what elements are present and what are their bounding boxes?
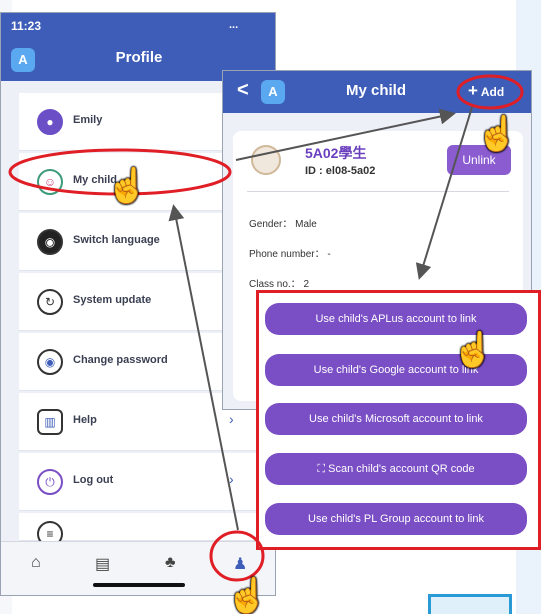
menu-item-label: Help: [73, 414, 97, 426]
link-options-panel: Use child's APLus account to link Use ch…: [256, 290, 541, 550]
phone-info: Phone number： -: [249, 249, 331, 260]
menu-item-label: Log out: [73, 474, 114, 486]
qr-icon: ⛶: [317, 463, 329, 475]
back-icon[interactable]: <: [237, 79, 249, 102]
hand-cursor-icon: ☝: [452, 331, 495, 369]
menu-item-partial[interactable]: ≡: [19, 513, 275, 547]
eye-icon: ◉: [37, 349, 63, 375]
bell-icon[interactable]: ♣: [165, 554, 176, 572]
list-icon[interactable]: ▤: [95, 554, 110, 574]
status-bar: 11:23 ...: [1, 13, 275, 41]
gender-info: Gender： Male: [249, 219, 317, 230]
qr-scan-label: Scan child's account QR code: [328, 463, 475, 475]
page-title: My child: [345, 82, 406, 99]
signal-icon: ...: [229, 19, 239, 31]
globe-icon: ◉: [37, 229, 63, 255]
chart-icon: ▥: [37, 409, 63, 435]
menu-item-label: Switch language: [73, 234, 160, 246]
power-icon: ⏻: [37, 469, 63, 495]
child-id: ID : el08-5a02: [305, 165, 376, 177]
chevron-right-icon: ›: [229, 411, 234, 427]
hand-cursor-icon: ☝: [106, 167, 149, 205]
app-logo-icon: A: [261, 80, 285, 104]
my-child-header: < A My child + Add: [223, 71, 531, 113]
menu-item-log-out[interactable]: ⏻ Log out ›: [19, 453, 275, 511]
home-indicator: [93, 583, 185, 587]
child-icon: ☺: [37, 169, 63, 195]
pl-group-link-button[interactable]: Use child's PL Group account to link: [265, 503, 527, 535]
menu-item-label: Change password: [73, 354, 168, 366]
user-icon: ●: [37, 109, 63, 135]
menu-item-label: System update: [73, 294, 152, 306]
avatar: [251, 145, 281, 175]
status-time: 11:23: [11, 19, 42, 33]
add-button[interactable]: + Add: [468, 81, 504, 101]
home-icon[interactable]: ⌂: [31, 554, 41, 572]
add-label: Add: [480, 85, 505, 99]
microsoft-link-button[interactable]: Use child's Microsoft account to link: [265, 403, 527, 435]
refresh-icon: ↻: [37, 289, 63, 315]
corner-logo: [428, 594, 512, 614]
person-icon[interactable]: ♟: [233, 554, 247, 574]
class-info: Class no.： 2: [249, 279, 310, 290]
qr-scan-button[interactable]: ⛶ Scan child's account QR code: [265, 453, 527, 485]
plus-icon: +: [468, 81, 478, 100]
child-name: 5A02學生: [305, 145, 367, 161]
page-title: Profile: [115, 49, 163, 66]
divider: [247, 191, 509, 192]
menu-item-label: Emily: [73, 114, 103, 126]
hand-cursor-icon: ☝: [476, 115, 519, 153]
hand-cursor-icon: ☝: [226, 577, 269, 614]
chevron-right-icon: ›: [229, 471, 234, 487]
